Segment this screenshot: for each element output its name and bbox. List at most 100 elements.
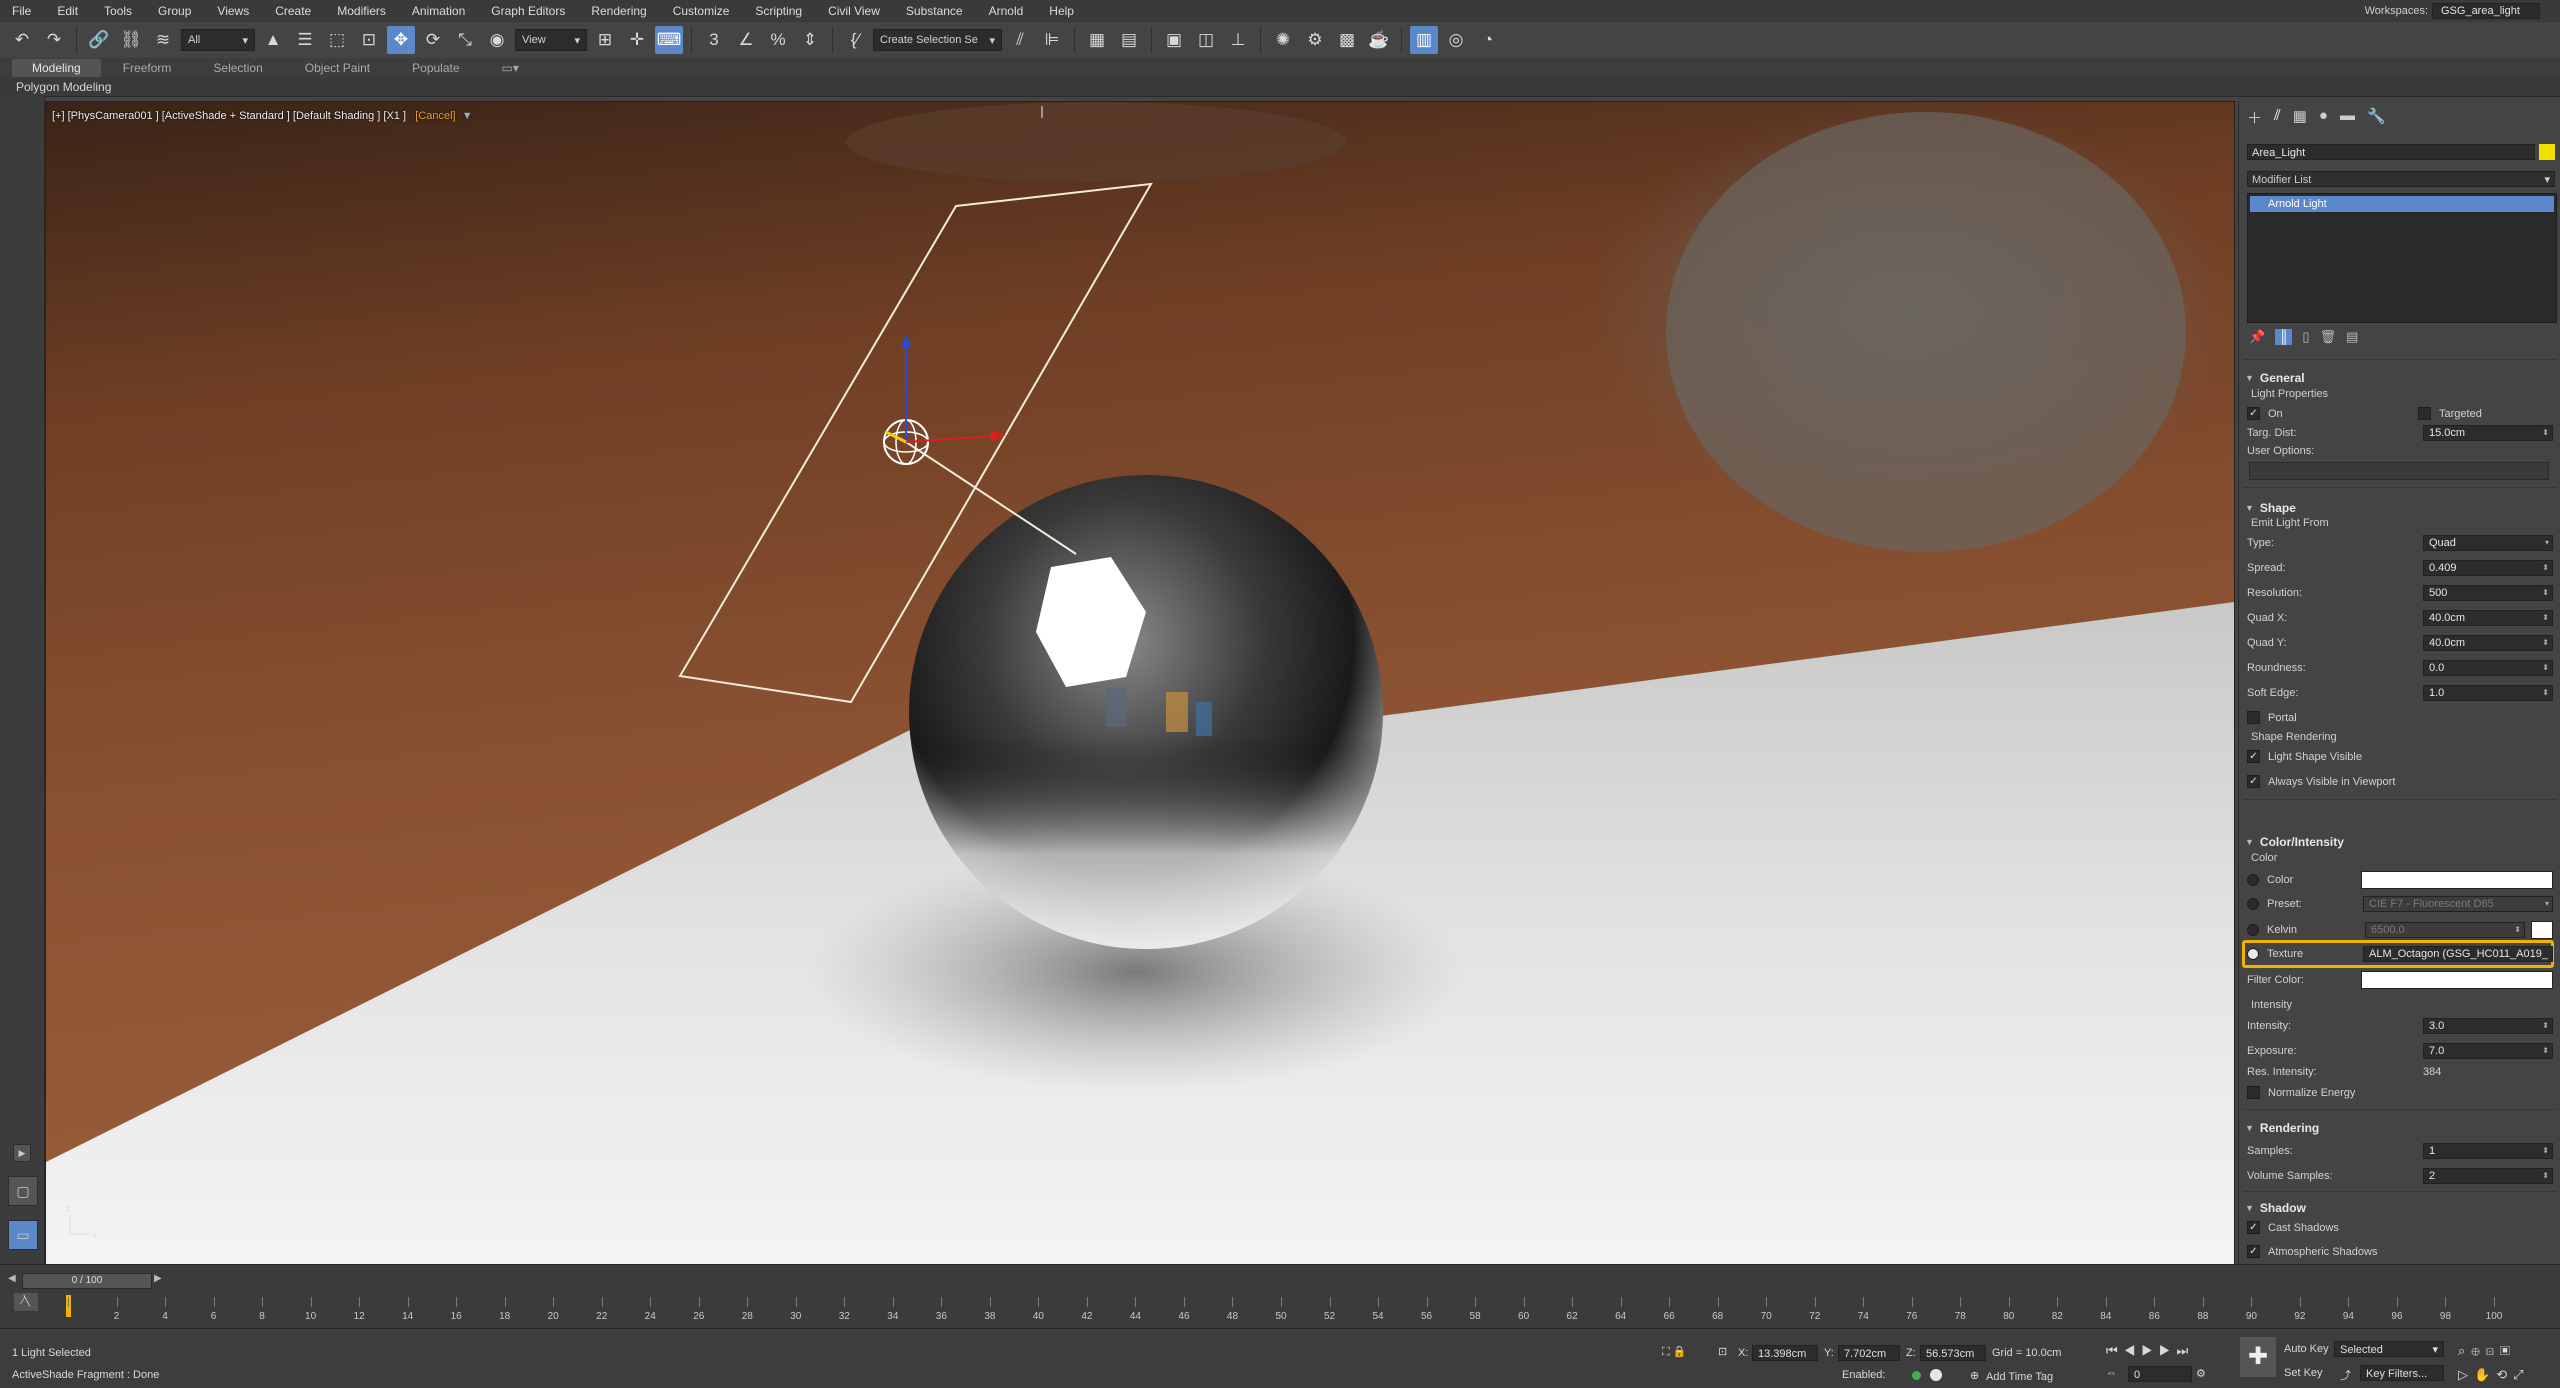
viewport-label-text[interactable]: [+] [PhysCamera001 ] [ActiveShade + Stan… [52,110,406,122]
quad-x-spinner[interactable]: 40.0cm ⬍ [2423,610,2553,626]
always-visible-checkbox[interactable]: ✓ [2247,775,2260,788]
shadow-rollout-header[interactable]: ▼ Shadow [2245,1199,2553,1217]
align-icon[interactable]: ⊫ [1038,26,1066,54]
orbit-icon[interactable]: ⟲ [2496,1367,2513,1382]
tab-object-paint[interactable]: Object Paint [285,59,390,77]
display-tab-icon[interactable]: ▬ [2340,107,2355,128]
go-to-end-icon[interactable]: ⏭ [2177,1343,2195,1358]
named-selection-dropdown[interactable]: Create Selection Se ▾ [873,29,1002,51]
spinner-arrows-icon[interactable]: ⬍ [2542,611,2549,625]
samples-spinner[interactable]: 1 ⬍ [2423,1143,2553,1159]
curve-editor-icon[interactable]: ◫ [1192,26,1220,54]
texture-map-button[interactable]: ALM_Octagon (GSG_HC011_A019_ [2363,946,2553,962]
go-to-start-icon[interactable]: ⏮ [2106,1343,2124,1358]
undo-icon[interactable]: ↶ [8,26,36,54]
key-mode-icon[interactable]: ⇔ [2106,1367,2117,1379]
portal-checkbox[interactable] [2247,711,2260,724]
create-tab-icon[interactable]: ＋ [2247,107,2262,128]
shape-rollout-header[interactable]: ▼ Shape [2245,499,2553,517]
spinner-arrows-icon[interactable]: ⬍ [2542,586,2549,600]
timeline-ruler[interactable]: 2 4 6 8 10 12 14 16 18 20 22 24 26 28 30 32 34 36 38 40 42 44… [0,1265,2560,1329]
viewport-layout-single-icon[interactable]: ▢ [8,1176,38,1206]
menu-civil-view[interactable]: Civil View [816,4,894,18]
on-checkbox[interactable]: ✓ [2247,407,2260,420]
menu-modifiers[interactable]: Modifiers [325,4,400,18]
intensity-spinner[interactable]: 3.0 ⬍ [2423,1018,2553,1034]
layer-explorer-icon[interactable]: ▦ [1083,26,1111,54]
modify-tab-icon[interactable]: ⫽ [2274,107,2281,128]
current-frame-field[interactable]: 0 [2128,1366,2192,1382]
menu-tools[interactable]: Tools [92,4,146,18]
utilities-tab-icon[interactable]: 🔧 [2367,107,2386,128]
menu-customize[interactable]: Customize [661,4,744,18]
set-key-icon[interactable]: ✚ [2240,1337,2276,1377]
activeshade-icon[interactable]: ▥ [1410,26,1438,54]
light-shape-visible-checkbox[interactable]: ✓ [2247,750,2260,763]
render-in-cloud-icon[interactable]: ◔ [1474,26,1502,54]
field-of-view-icon[interactable]: ▷ [2458,1367,2474,1382]
modifier-stack-item[interactable]: Arnold Light [2250,196,2554,212]
targ-dist-spinner[interactable]: 15.0cm ⬍ [2423,425,2553,441]
soft-edge-spinner[interactable]: 1.0 ⬍ [2423,685,2553,701]
time-tag-icon[interactable]: ⊕ [1970,1369,1979,1382]
make-unique-icon[interactable]: ▯ [2302,329,2309,345]
key-filter-icon[interactable]: ⤴ [2340,1367,2351,1383]
render-setup-icon[interactable]: ⚙ [1301,26,1329,54]
modifier-list-dropdown[interactable]: Modifier List ▾ [2247,171,2555,187]
normalize-checkbox[interactable] [2247,1086,2260,1099]
percent-snap-icon[interactable]: % [764,26,792,54]
a360-cloud-icon[interactable]: ◎ [1442,26,1470,54]
next-frame-icon[interactable]: ▶ [2159,1343,2177,1358]
adaptive-degradation-icon[interactable] [1930,1369,1942,1381]
x-coord-field[interactable]: 13.398cm [1752,1345,1818,1361]
texture-radio[interactable] [2247,948,2259,960]
toggle-ribbon-icon[interactable]: ▣ [1160,26,1188,54]
viewport-layout-active-icon[interactable]: ▭ [8,1220,38,1250]
y-coord-field[interactable]: 7.702cm [1838,1345,1900,1361]
scene-explorer-icon[interactable]: ▤ [1115,26,1143,54]
select-by-name-icon[interactable]: ☰ [291,26,319,54]
hierarchy-tab-icon[interactable]: ▦ [2293,107,2307,128]
rendered-frame-window-icon[interactable]: ▩ [1333,26,1361,54]
tab-selection[interactable]: Selection [193,59,282,77]
spinner-arrows-icon[interactable]: ⬍ [2542,1044,2549,1058]
menu-views[interactable]: Views [205,4,263,18]
spinner-arrows-icon[interactable]: ⬍ [2542,1019,2549,1033]
select-object-icon[interactable]: ▲ [259,26,287,54]
time-config-icon[interactable]: ⚙ [2196,1367,2206,1380]
menu-create[interactable]: Create [263,4,325,18]
selection-set-dropdown[interactable]: Selected ▾ [2334,1341,2444,1357]
resolution-spinner[interactable]: 500 ⬍ [2423,585,2553,601]
place-icon[interactable]: ◉ [483,26,511,54]
expand-arrow-icon[interactable]: ▶ [13,1144,31,1162]
select-move-icon[interactable]: ✥ [387,26,415,54]
type-dropdown[interactable]: Quad ▾ [2423,535,2553,551]
selection-lock-icon[interactable]: ⛶ 🔒 [1662,1345,1686,1359]
key-filters-button[interactable]: Key Filters... [2360,1365,2444,1381]
redo-icon[interactable]: ↷ [40,26,68,54]
rect-selection-icon[interactable]: ⬚ [323,26,351,54]
selection-filter-dropdown[interactable]: All ▾ [181,29,255,51]
cast-shadows-checkbox[interactable]: ✓ [2247,1221,2260,1234]
kelvin-spinner[interactable]: 6500.0 ⬍ [2365,922,2525,938]
previous-frame-icon[interactable]: ◀ [2124,1343,2142,1358]
snap-toggle-icon[interactable]: 3 [700,26,728,54]
maximize-viewport-icon[interactable]: ⤢ [2513,1367,2529,1382]
tab-freeform[interactable]: Freeform [103,59,192,77]
object-name-field[interactable]: Area_Light [2247,144,2535,160]
object-color-swatch[interactable] [2539,144,2555,160]
bind-spacewarp-icon[interactable]: ≋ [149,26,177,54]
spinner-arrows-icon[interactable]: ⬍ [2542,1169,2549,1183]
manipulate-icon[interactable]: ✛ [623,26,651,54]
render-production-icon[interactable]: ☕ [1365,26,1393,54]
spinner-arrows-icon[interactable]: ⬍ [2542,661,2549,675]
ribbon-options-icon[interactable]: ▭▾ [482,59,539,77]
quad-y-spinner[interactable]: 40.0cm ⬍ [2423,635,2553,651]
menu-substance[interactable]: Substance [894,4,977,18]
select-rotate-icon[interactable]: ⟳ [419,26,447,54]
menu-help[interactable]: Help [1037,4,1088,18]
zoom-icon[interactable]: ⌕ [2458,1343,2471,1358]
unlink-icon[interactable]: ⛓ [117,26,145,54]
ribbon-sub-label[interactable]: Polygon Modeling [0,80,111,94]
spinner-arrows-icon[interactable]: ⬍ [2542,561,2549,575]
